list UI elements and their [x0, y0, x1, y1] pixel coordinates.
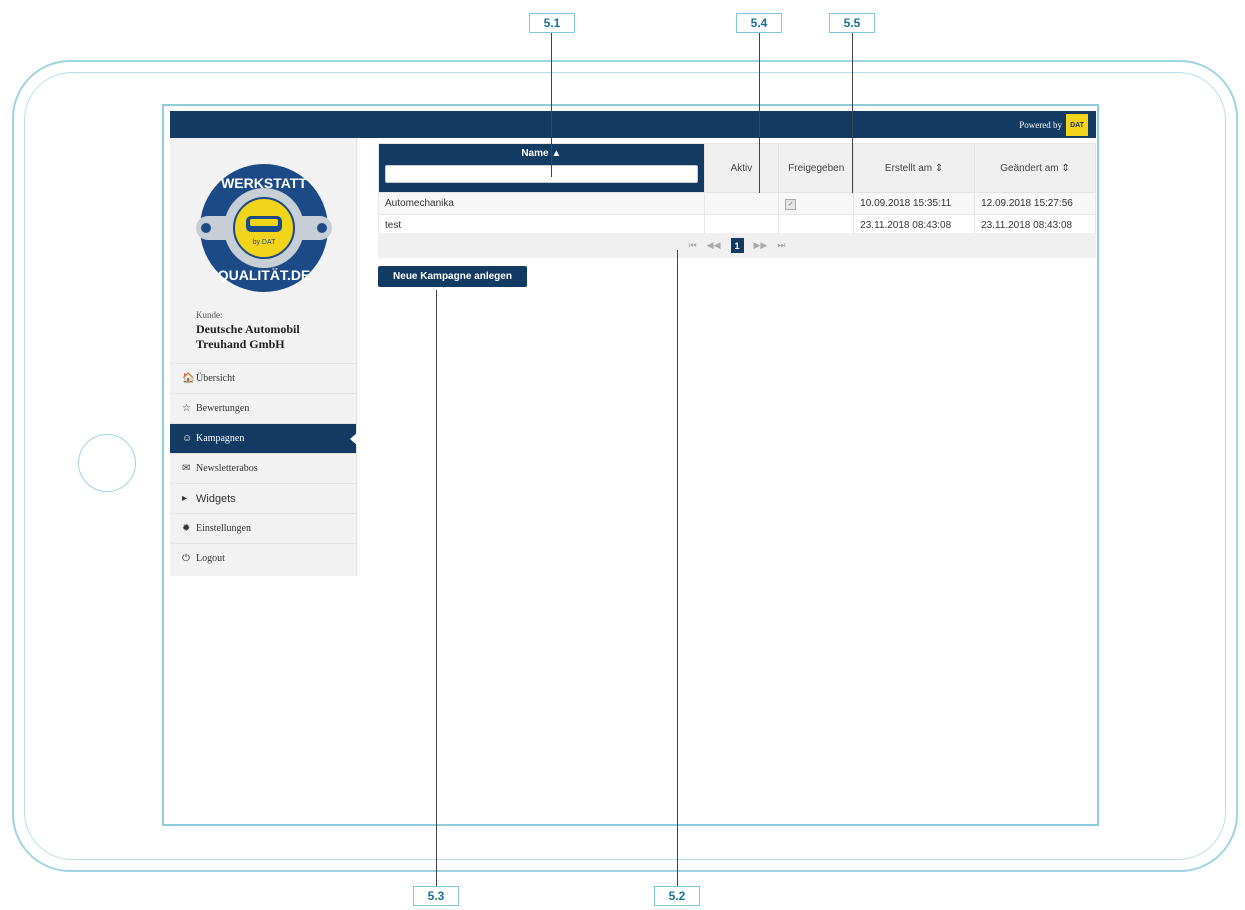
star-icon: ☆	[182, 403, 191, 414]
leader-line	[436, 290, 437, 886]
sidebar-item-label: Newsletterabos	[196, 463, 258, 474]
sidebar-item-einstellungen[interactable]: ✹ Einstellungen	[170, 513, 356, 543]
current-page-button[interactable]: 1	[730, 238, 744, 253]
sidebar-item-widgets[interactable]: ▸ Widgets	[170, 483, 356, 513]
sidebar-item-label: Bewertungen	[196, 403, 250, 414]
callout-label: 5.1	[529, 13, 575, 33]
sidebar-item-label: Einstellungen	[196, 523, 251, 534]
cell-geaendert-am: 12.09.2018 15:27:56	[974, 192, 1096, 215]
callout-label: 5.4	[736, 13, 782, 33]
sidebar-item-label: Logout	[196, 553, 225, 564]
sidebar-item-label: Kampagnen	[196, 433, 245, 444]
last-page-icon[interactable]: ⏭	[777, 240, 785, 251]
leader-line	[759, 33, 760, 193]
cell-freigegeben: ✓	[778, 192, 855, 215]
callout-label: 5.5	[829, 13, 875, 33]
column-header-name[interactable]: Name ▲	[378, 143, 705, 193]
logo-center-text: by DAT	[253, 239, 277, 246]
caret-right-icon: ▸	[182, 493, 188, 504]
smiley-icon: ☺	[182, 433, 193, 444]
sort-icon: ⇕	[1061, 162, 1070, 174]
sidebar: by DAT WERKSTATT QUALITÄT.DE Kunde: Deut…	[170, 138, 357, 576]
callout-label: 5.3	[413, 886, 459, 906]
table-row[interactable]: Automechanika ✓ 10.09.2018 15:35:11 12.0…	[378, 192, 1096, 215]
sort-icon: ⇕	[934, 162, 944, 174]
sidebar-item-newsletterabos[interactable]: ✉ Newsletterabos	[170, 453, 356, 483]
column-header-aktiv: Aktiv	[703, 143, 780, 193]
leader-line	[551, 33, 552, 177]
column-header-geaendert-am[interactable]: Geändert am ⇕	[974, 143, 1096, 193]
column-header-label: Geändert am	[1000, 162, 1059, 174]
first-page-icon[interactable]: ⏮	[689, 240, 697, 251]
cell-aktiv	[703, 192, 780, 215]
logo-bottom-text: QUALITÄT.DE	[218, 267, 311, 283]
envelope-icon: ✉	[182, 463, 191, 474]
sort-asc-icon: ▲	[551, 148, 562, 159]
werkstatt-qualitaet-logo: by DAT WERKSTATT QUALITÄT.DE	[196, 164, 332, 292]
column-header-label: Erstellt am	[884, 162, 933, 174]
powered-by-text: Powered by	[1019, 120, 1062, 130]
checked-checkbox-icon: ✓	[785, 198, 797, 210]
logo-top-text: WERKSTATT	[221, 175, 307, 191]
dat-logo: DAT	[1066, 114, 1088, 136]
column-header-label: Name	[521, 148, 549, 159]
leader-line	[677, 250, 678, 886]
gear-icon: ✹	[182, 523, 191, 534]
campaigns-table: Name ▲ Aktiv Freigegeben Erstellt am ⇕ G…	[378, 143, 1096, 237]
sidebar-item-kampagnen[interactable]: ☺ Kampagnen	[170, 423, 357, 453]
cell-name[interactable]: Automechanika	[378, 192, 705, 215]
prev-page-icon[interactable]: ◀◀	[707, 240, 721, 251]
column-header-erstellt-am[interactable]: Erstellt am ⇕	[853, 143, 976, 193]
tablet-home-button	[78, 434, 136, 492]
column-header-freigegeben: Freigegeben	[778, 143, 855, 193]
pagination: ⏮ ◀◀ 1 ▶▶ ⏭	[378, 233, 1096, 258]
leader-line	[852, 33, 853, 193]
next-page-icon[interactable]: ▶▶	[754, 240, 768, 251]
sidebar-item-label: Übersicht	[196, 373, 235, 384]
column-header-label: Aktiv	[730, 162, 753, 174]
column-header-label: Freigegeben	[788, 162, 845, 174]
cell-erstellt-am: 10.09.2018 15:35:11	[853, 192, 976, 215]
sidebar-item-bewertungen[interactable]: ☆ Bewertungen	[170, 393, 356, 423]
name-filter-input[interactable]	[385, 165, 698, 183]
header-bar: Powered by DAT	[170, 111, 1096, 138]
sidebar-item-logout[interactable]: ⏻ Logout	[170, 543, 356, 573]
power-icon: ⏻	[182, 553, 190, 564]
home-icon: 🏠	[182, 373, 195, 384]
sidebar-nav: 🏠 Übersicht ☆ Bewertungen ☺ Kampagnen ✉ …	[170, 363, 357, 573]
callout-label: 5.2	[654, 886, 700, 906]
customer-name: Deutsche Automobil Treuhand GmbH	[196, 322, 300, 351]
sidebar-item-label: Widgets	[196, 492, 236, 505]
new-campaign-button[interactable]: Neue Kampagne anlegen	[378, 266, 527, 287]
sidebar-item-uebersicht[interactable]: 🏠 Übersicht	[170, 363, 356, 393]
app-screen: Powered by DAT by DAT WERKSTATT QUALITÄT…	[162, 104, 1099, 826]
customer-label: Kunde:	[196, 310, 223, 320]
